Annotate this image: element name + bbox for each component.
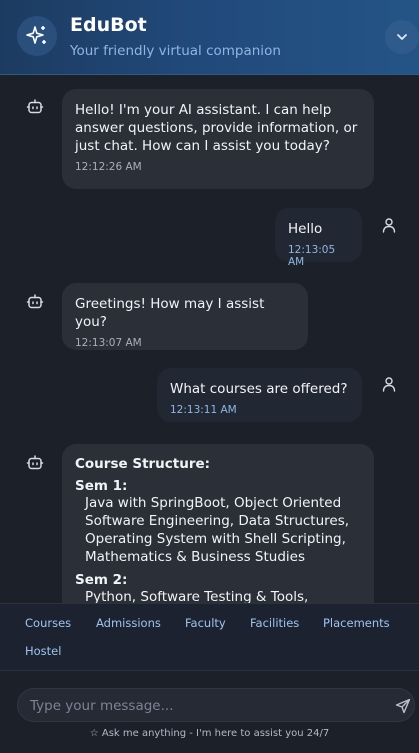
semester-heading: Sem 1: — [75, 478, 128, 494]
sparkles-icon — [17, 16, 57, 56]
footer-note: ☆ Ask me anything - I'm here to assist y… — [89, 728, 330, 739]
chat-header: EduBot Your friendly virtual companion — [0, 0, 419, 75]
bot-icon — [23, 451, 47, 475]
message-text: Hello — [288, 221, 323, 237]
bot-message: Greetings! How may I assist you? 12:13:0… — [62, 283, 308, 350]
message-text: What courses are offered? — [170, 381, 348, 397]
bot-icon — [23, 290, 47, 314]
message-time: 12:13:05 AM — [288, 244, 336, 268]
user-message: What courses are offered? 12:13:11 AM — [157, 368, 362, 422]
quick-reply-faculty[interactable]: Faculty — [185, 616, 226, 630]
user-message: Hello 12:13:05 AM — [275, 208, 362, 268]
send-icon — [395, 698, 411, 714]
bot-message: Hello! I'm your AI assistant. I can help… — [62, 89, 374, 189]
quick-replies: Courses Admissions Faculty Facilities Pl… — [0, 603, 419, 671]
semester-courses: Python, Software Testing & Tools, ADBMS — [85, 589, 309, 603]
collapse-button[interactable] — [385, 20, 419, 54]
quick-reply-admissions[interactable]: Admissions — [96, 616, 161, 630]
message-time: 12:13:07 AM — [75, 337, 142, 349]
send-button[interactable] — [392, 695, 414, 717]
app-subtitle: Your friendly virtual companion — [70, 43, 281, 59]
message-list[interactable]: Hello! I'm your AI assistant. I can help… — [0, 75, 419, 603]
message-text: Greetings! How may I assist you? — [75, 296, 265, 330]
quick-reply-facilities[interactable]: Facilities — [250, 616, 299, 630]
course-structure-title: Course Structure: — [75, 456, 211, 472]
chevron-down-icon — [397, 34, 407, 40]
message-input[interactable] — [30, 695, 370, 717]
user-icon — [377, 372, 401, 396]
message-text: Hello! I'm your AI assistant. I can help… — [75, 102, 358, 154]
quick-reply-placements[interactable]: Placements — [323, 616, 390, 630]
quick-reply-hostel[interactable]: Hostel — [25, 644, 61, 658]
quick-reply-courses[interactable]: Courses — [25, 616, 71, 630]
message-time: 12:13:11 AM — [170, 404, 237, 416]
message-time: 12:12:26 AM — [75, 161, 142, 173]
composer: ☆ Ask me anything - I'm here to assist y… — [0, 671, 419, 753]
semester-heading: Sem 2: — [75, 572, 128, 588]
semester-courses: Java with SpringBoot, Object Oriented So… — [85, 495, 350, 565]
bot-message: Course Structure: Sem 1: Java with Sprin… — [62, 444, 374, 603]
app-title: EduBot — [70, 14, 147, 36]
message-input-container — [17, 688, 415, 722]
bot-icon — [23, 95, 47, 119]
user-icon — [377, 213, 401, 237]
